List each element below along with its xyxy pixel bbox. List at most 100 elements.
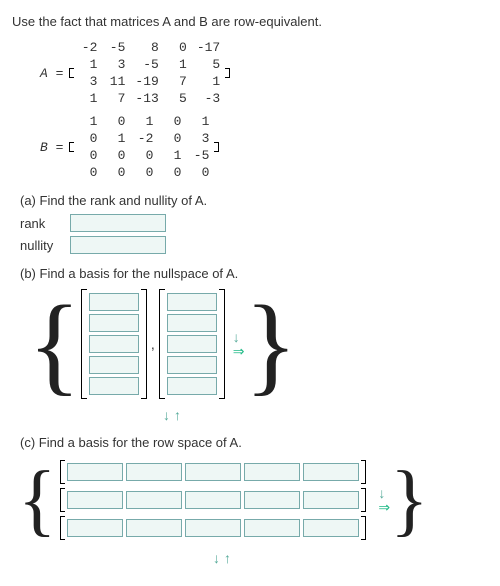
brace-left: {: [18, 468, 56, 532]
matrix-cell: 1: [130, 113, 158, 130]
matrix-cell: 7: [164, 73, 192, 90]
vector-cell-input[interactable]: [185, 491, 241, 509]
matrix-cell: 0: [74, 164, 102, 181]
arrow-down-icon: ↓: [378, 487, 390, 499]
matrix-cell: -13: [130, 90, 163, 107]
brace-right: }: [390, 468, 428, 532]
matrix-cell: -5: [102, 39, 130, 56]
vector-cell-input[interactable]: [89, 293, 139, 311]
vector-cell-input[interactable]: [185, 463, 241, 481]
matrix-cell: 0: [186, 164, 214, 181]
vector-cell-input[interactable]: [126, 463, 182, 481]
resize-arrows-vertical[interactable]: ↓ ⇒: [233, 331, 245, 357]
matrix-cell: 0: [158, 113, 186, 130]
intro-text: Use the fact that matrices A and B are r…: [12, 14, 500, 29]
matrix-cell: 1: [186, 113, 214, 130]
nullspace-basis-set: { , ↓ ⇒ }: [28, 289, 500, 399]
vector-cell-input[interactable]: [89, 377, 139, 395]
vector-cell-input[interactable]: [67, 491, 123, 509]
brace-left: {: [28, 299, 81, 389]
resize-arrows-vertical[interactable]: ↓ ⇒: [378, 487, 390, 513]
arrow-down-icon: ↓: [163, 407, 170, 423]
vector-cell-input[interactable]: [67, 519, 123, 537]
matrix-cell: 1: [74, 56, 102, 73]
matrix-cell: 8: [130, 39, 163, 56]
vector-cell-input[interactable]: [67, 463, 123, 481]
vector-cell-input[interactable]: [303, 519, 359, 537]
vector-cell-input[interactable]: [126, 519, 182, 537]
matrix-cell: -17: [192, 39, 225, 56]
matrix-cell: -19: [130, 73, 163, 90]
rowspace-vector: [60, 516, 366, 540]
vector-cell-input[interactable]: [244, 519, 300, 537]
matrix-cell: 0: [130, 164, 158, 181]
part-a-prompt: (a) Find the rank and nullity of A.: [20, 193, 500, 208]
matrix-cell: -2: [74, 39, 102, 56]
vector-cell-input[interactable]: [167, 377, 217, 395]
matrix-cell: -5: [130, 56, 163, 73]
matrix-cell: 0: [74, 130, 102, 147]
matrix-cell: 5: [192, 56, 225, 73]
vector-cell-input[interactable]: [167, 314, 217, 332]
vector-cell-input[interactable]: [126, 491, 182, 509]
matrix-cell: 5: [164, 90, 192, 107]
matrix-cell: 1: [74, 113, 102, 130]
matrix-b: B = 1010101-2030001-500000: [40, 113, 500, 181]
rowspace-basis-set: { ↓ ⇒ }: [18, 458, 500, 542]
matrix-cell: 3: [186, 130, 214, 147]
matrix-cell: -2: [130, 130, 158, 147]
matrix-cell: 1: [164, 56, 192, 73]
matrix-cell: 0: [74, 147, 102, 164]
resize-arrows-horizontal[interactable]: ↓ ↑: [52, 550, 392, 566]
matrix-a-label: A =: [40, 66, 63, 81]
part-c-prompt: (c) Find a basis for the row space of A.: [20, 435, 500, 450]
vector-cell-input[interactable]: [89, 356, 139, 374]
matrix-cell: 0: [130, 147, 158, 164]
nullity-input[interactable]: [70, 236, 166, 254]
arrow-up-icon: ↑: [174, 407, 181, 423]
matrix-cell: 0: [102, 147, 130, 164]
separator: ,: [151, 336, 155, 352]
matrix-cell: 7: [102, 90, 130, 107]
matrix-cell: 0: [158, 164, 186, 181]
matrix-cell: -5: [186, 147, 214, 164]
vector-cell-input[interactable]: [167, 335, 217, 353]
matrix-cell: 1: [102, 130, 130, 147]
vector-cell-input[interactable]: [303, 491, 359, 509]
arrow-down-icon: ↓: [213, 550, 220, 566]
vector-cell-input[interactable]: [303, 463, 359, 481]
vector-cell-input[interactable]: [89, 335, 139, 353]
vector-cell-input[interactable]: [167, 293, 217, 311]
vector-cell-input[interactable]: [89, 314, 139, 332]
matrix-cell: 11: [102, 73, 130, 90]
vector-cell-input[interactable]: [244, 491, 300, 509]
matrix-cell: 3: [74, 73, 102, 90]
matrix-b-label: B =: [40, 140, 63, 155]
matrix-cell: 1: [158, 147, 186, 164]
vector-cell-input[interactable]: [167, 356, 217, 374]
rank-input[interactable]: [70, 214, 166, 232]
brace-right: }: [244, 299, 297, 389]
matrix-cell: 3: [102, 56, 130, 73]
matrix-cell: 0: [158, 130, 186, 147]
matrix-cell: 1: [74, 90, 102, 107]
nullity-label: nullity: [20, 238, 60, 253]
matrix-a: A = -2-580-1713-515311-197117-135-3: [40, 39, 500, 107]
matrix-cell: 1: [192, 73, 225, 90]
matrix-cell: 0: [164, 39, 192, 56]
matrix-cell: 0: [102, 164, 130, 181]
nullspace-vector: [159, 289, 225, 399]
matrix-cell: -3: [192, 90, 225, 107]
arrow-down-icon: ↓: [233, 331, 245, 343]
vector-cell-input[interactable]: [244, 463, 300, 481]
vector-cell-input[interactable]: [185, 519, 241, 537]
nullspace-vector: [81, 289, 147, 399]
arrow-right-icon: ⇒: [233, 345, 245, 357]
rowspace-vector: [60, 488, 366, 512]
rowspace-vector: [60, 460, 366, 484]
rank-label: rank: [20, 216, 60, 231]
arrow-up-icon: ↑: [224, 550, 231, 566]
matrix-cell: 0: [102, 113, 130, 130]
part-b-prompt: (b) Find a basis for the nullspace of A.: [20, 266, 500, 281]
resize-arrows-horizontal[interactable]: ↓ ↑: [82, 407, 262, 423]
